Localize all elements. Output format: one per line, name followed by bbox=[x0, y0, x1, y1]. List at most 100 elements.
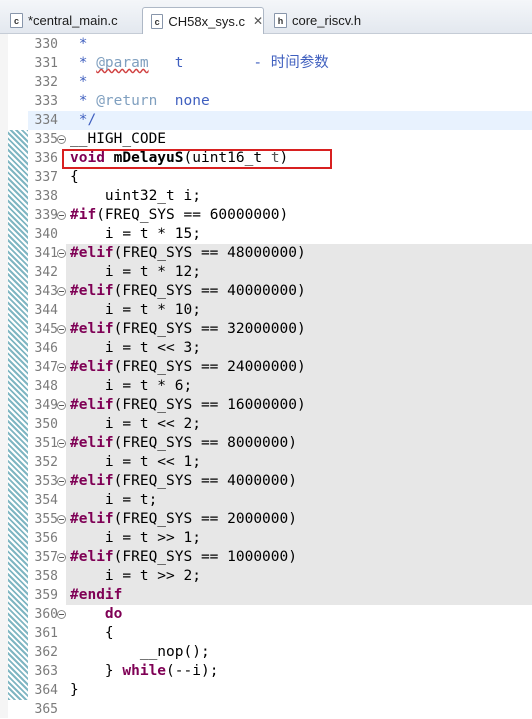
code-line: 352 i = t << 1; bbox=[0, 453, 532, 472]
code-text: #elif(FREQ_SYS == 2000000) bbox=[70, 511, 297, 527]
line-number: 351 bbox=[34, 436, 58, 451]
code-text: } bbox=[70, 682, 79, 698]
line-number: 353 bbox=[34, 474, 58, 489]
code-line: 356 i = t >> 1; bbox=[0, 529, 532, 548]
code-text: #elif(FREQ_SYS == 40000000) bbox=[70, 283, 306, 299]
code-line: 344 i = t * 10; bbox=[0, 301, 532, 320]
line-number: 360 bbox=[34, 607, 58, 622]
line-number: 337 bbox=[34, 170, 58, 185]
code-line: 365 bbox=[0, 700, 532, 719]
line-number: 350 bbox=[34, 417, 58, 432]
fold-collapse-icon[interactable] bbox=[57, 363, 66, 372]
code-line: 342 i = t * 12; bbox=[0, 263, 532, 282]
code-line: 361 { bbox=[0, 624, 532, 643]
h-file-icon: h bbox=[274, 13, 287, 28]
code-text: * @return none bbox=[70, 93, 210, 109]
code-text: i = t * 15; bbox=[70, 226, 201, 242]
line-number: 334 bbox=[34, 113, 58, 128]
line-number: 333 bbox=[34, 94, 58, 109]
line-number: 359 bbox=[34, 588, 58, 603]
line-number: 365 bbox=[34, 702, 58, 717]
code-line: 354 i = t; bbox=[0, 491, 532, 510]
c-file-icon: c bbox=[151, 13, 164, 29]
code-line: 348 i = t * 6; bbox=[0, 377, 532, 396]
code-line: 363 } while(--i); bbox=[0, 662, 532, 681]
code-text: __HIGH_CODE bbox=[70, 131, 167, 147]
fold-collapse-icon[interactable] bbox=[57, 287, 66, 296]
tab-label: *central_main.c bbox=[28, 13, 118, 28]
code-text: #endif bbox=[70, 587, 123, 603]
code-line: 335 __HIGH_CODE bbox=[0, 130, 532, 149]
line-number: 348 bbox=[34, 379, 58, 394]
code-text: uint32_t i; bbox=[70, 188, 201, 204]
code-line: 341 #elif(FREQ_SYS == 48000000) bbox=[0, 244, 532, 263]
fold-collapse-icon[interactable] bbox=[57, 325, 66, 334]
line-number: 346 bbox=[34, 341, 58, 356]
code-text: #if(FREQ_SYS == 60000000) bbox=[70, 207, 289, 223]
code-text: { bbox=[70, 625, 114, 641]
line-number: 340 bbox=[34, 227, 58, 242]
tab-label: core_riscv.h bbox=[292, 13, 362, 28]
code-text: #elif(FREQ_SYS == 16000000) bbox=[70, 397, 306, 413]
line-number: 341 bbox=[34, 246, 58, 261]
code-line: 338 uint32_t i; bbox=[0, 187, 532, 206]
editor-tab-bar: c *central_main.c c CH58x_sys.c ✕ h core… bbox=[0, 0, 532, 34]
code-text: #elif(FREQ_SYS == 8000000) bbox=[70, 435, 297, 451]
line-number: 355 bbox=[34, 512, 58, 527]
code-text: i = t * 12; bbox=[70, 264, 201, 280]
fold-collapse-icon[interactable] bbox=[57, 515, 66, 524]
code-line: 364 } bbox=[0, 681, 532, 700]
code-text: i = t; bbox=[70, 492, 158, 508]
code-line: 333 * @return none bbox=[0, 92, 532, 111]
highlight-annotation-box bbox=[62, 149, 332, 169]
code-text: } while(--i); bbox=[70, 663, 219, 679]
code-line: 357 #elif(FREQ_SYS == 1000000) bbox=[0, 548, 532, 567]
code-text: __nop(); bbox=[70, 644, 210, 660]
code-line: 349 #elif(FREQ_SYS == 16000000) bbox=[0, 396, 532, 415]
line-number: 332 bbox=[34, 75, 58, 90]
code-line: 330 * bbox=[0, 35, 532, 54]
code-text: i = t >> 1; bbox=[70, 530, 201, 546]
line-number: 349 bbox=[34, 398, 58, 413]
line-number: 339 bbox=[34, 208, 58, 223]
line-number: 356 bbox=[34, 531, 58, 546]
code-text: #elif(FREQ_SYS == 48000000) bbox=[70, 245, 306, 261]
fold-collapse-icon[interactable] bbox=[57, 610, 66, 619]
code-text: i = t << 2; bbox=[70, 416, 201, 432]
line-number: 336 bbox=[34, 151, 58, 166]
code-line: 351 #elif(FREQ_SYS == 8000000) bbox=[0, 434, 532, 453]
line-number: 335 bbox=[34, 132, 58, 147]
tab-ch58x-sys[interactable]: c CH58x_sys.c ✕ bbox=[142, 7, 264, 34]
tab-label: CH58x_sys.c bbox=[168, 13, 245, 29]
line-number: 364 bbox=[34, 683, 58, 698]
line-number: 357 bbox=[34, 550, 58, 565]
line-number: 331 bbox=[34, 56, 58, 71]
fold-collapse-icon[interactable] bbox=[57, 553, 66, 562]
tab-core-riscv[interactable]: h core_riscv.h bbox=[266, 7, 386, 34]
fold-collapse-icon[interactable] bbox=[57, 477, 66, 486]
code-line: 346 i = t << 3; bbox=[0, 339, 532, 358]
code-text: * bbox=[70, 74, 88, 90]
code-text: i = t * 10; bbox=[70, 302, 201, 318]
fold-collapse-icon[interactable] bbox=[57, 211, 66, 220]
line-number: 347 bbox=[34, 360, 58, 375]
code-text: #elif(FREQ_SYS == 24000000) bbox=[70, 359, 306, 375]
code-text: #elif(FREQ_SYS == 1000000) bbox=[70, 549, 297, 565]
code-text: i = t >> 2; bbox=[70, 568, 201, 584]
fold-collapse-icon[interactable] bbox=[57, 439, 66, 448]
code-line: 360 do bbox=[0, 605, 532, 624]
code-line: 350 i = t << 2; bbox=[0, 415, 532, 434]
tab-central-main[interactable]: c *central_main.c bbox=[2, 7, 140, 34]
fold-collapse-icon[interactable] bbox=[57, 249, 66, 258]
fold-collapse-icon[interactable] bbox=[57, 401, 66, 410]
c-file-icon: c bbox=[10, 13, 23, 28]
code-text: */ bbox=[70, 112, 97, 128]
line-number: 345 bbox=[34, 322, 58, 337]
fold-collapse-icon[interactable] bbox=[57, 135, 66, 144]
code-line: 339 #if(FREQ_SYS == 60000000) bbox=[0, 206, 532, 225]
code-line: 347 #elif(FREQ_SYS == 24000000) bbox=[0, 358, 532, 377]
close-icon[interactable]: ✕ bbox=[253, 14, 263, 28]
line-number: 344 bbox=[34, 303, 58, 318]
code-text: * bbox=[70, 36, 88, 52]
line-number: 363 bbox=[34, 664, 58, 679]
